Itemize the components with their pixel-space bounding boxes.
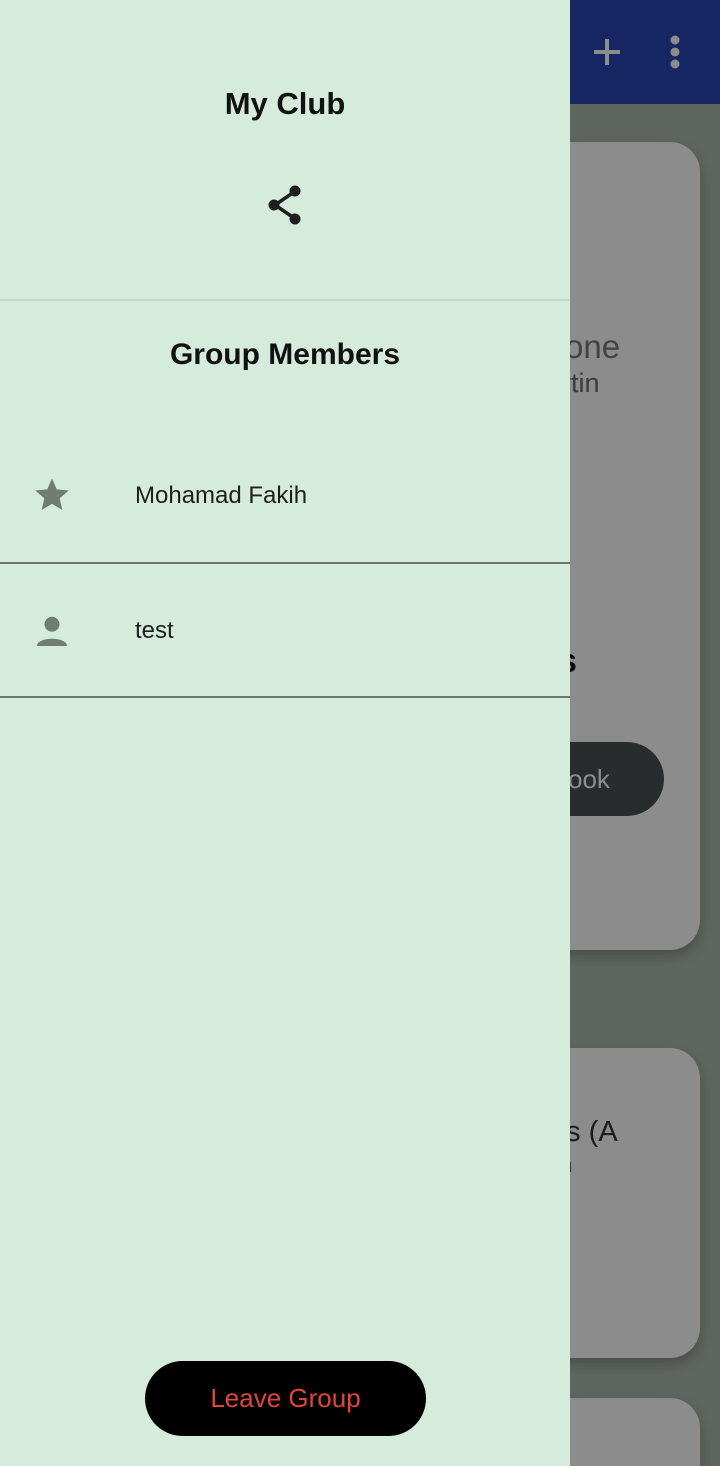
person-icon: [30, 609, 74, 653]
member-name: test: [135, 617, 174, 644]
members-heading: Group Members: [169, 338, 401, 371]
leave-group-button[interactable]: Leave Group: [145, 1361, 426, 1436]
member-item[interactable]: test: [0, 563, 570, 697]
member-item[interactable]: Mohamad Fakih: [0, 428, 570, 562]
star-icon: [30, 473, 74, 517]
group-title: My Club: [224, 86, 346, 121]
share-button[interactable]: [263, 182, 307, 228]
member-name: Mohamad Fakih: [135, 482, 308, 509]
header-divider: [0, 299, 570, 301]
navigation-drawer: My Club Group Members Mohamad Fakih test…: [0, 0, 570, 1466]
row-divider: [0, 696, 570, 698]
share-icon: [268, 185, 301, 225]
